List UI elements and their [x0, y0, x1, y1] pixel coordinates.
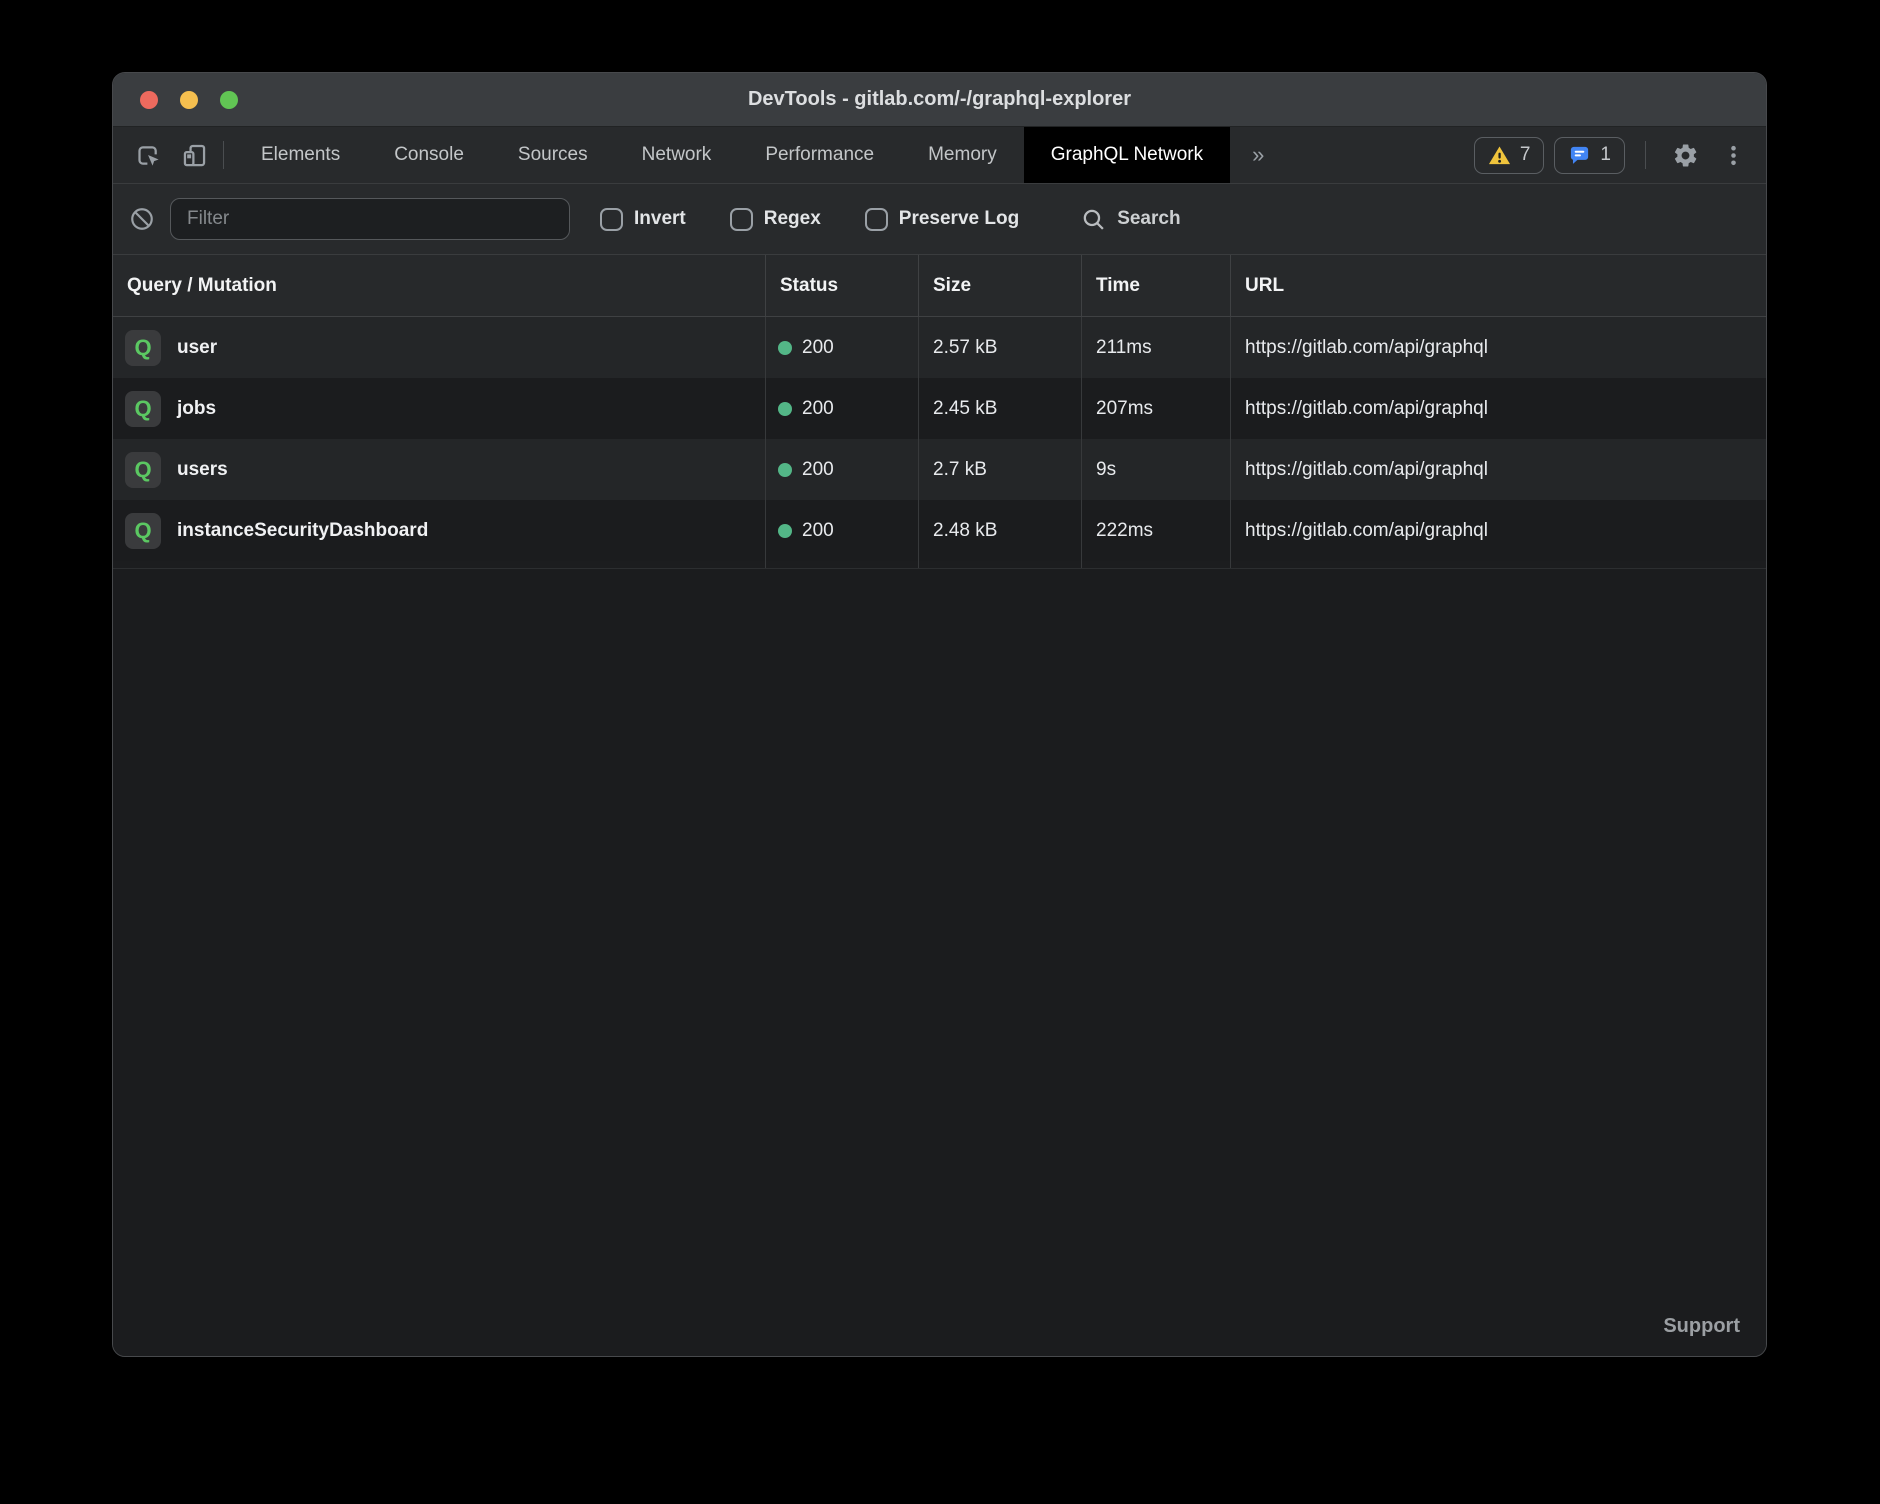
url-cell: https://gitlab.com/api/graphql — [1231, 500, 1766, 561]
tab-sources[interactable]: Sources — [491, 127, 615, 183]
search-label: Search — [1117, 208, 1180, 230]
size-cell: 2.7 kB — [919, 439, 1082, 500]
column-header-status: Status — [766, 255, 919, 316]
url-cell: https://gitlab.com/api/graphql — [1231, 439, 1766, 500]
query-type-badge: Q — [125, 513, 161, 549]
column-header-url: URL — [1231, 255, 1766, 316]
query-type-badge: Q — [125, 391, 161, 427]
query-type-badge: Q — [125, 330, 161, 366]
warnings-badge-button[interactable]: 7 — [1474, 137, 1545, 174]
toolbar-divider — [223, 141, 224, 169]
traffic-lights — [140, 73, 238, 126]
warning-icon — [1488, 144, 1511, 167]
panel-tabs: Elements Console Sources Network Perform… — [234, 127, 1286, 183]
support-link[interactable]: Support — [1663, 1315, 1740, 1338]
status-cell: 200 — [766, 500, 919, 561]
regex-label: Regex — [764, 208, 821, 230]
size-cell: 2.48 kB — [919, 500, 1082, 561]
preserve-log-label: Preserve Log — [899, 208, 1019, 230]
regex-checkbox-group[interactable]: Regex — [730, 208, 821, 231]
devtools-window: DevTools - gitlab.com/-/graphql-explorer… — [112, 72, 1767, 1357]
query-cell: Q instanceSecurityDashboard — [113, 500, 766, 561]
query-cell: Q user — [113, 317, 766, 378]
query-cell: Q jobs — [113, 378, 766, 439]
status-ok-dot — [778, 341, 792, 355]
time-cell: 222ms — [1082, 500, 1231, 561]
invert-checkbox-group[interactable]: Invert — [600, 208, 686, 231]
status-cell: 200 — [766, 317, 919, 378]
issues-count: 1 — [1600, 144, 1611, 166]
status-cell: 200 — [766, 378, 919, 439]
table-row[interactable]: Q user 200 2.57 kB 211ms https://gitlab.… — [113, 317, 1766, 378]
preserve-log-checkbox[interactable] — [865, 208, 888, 231]
time-cell: 211ms — [1082, 317, 1231, 378]
tab-graphql-network[interactable]: GraphQL Network — [1024, 127, 1230, 183]
tab-memory[interactable]: Memory — [901, 127, 1024, 183]
table-row[interactable]: Q users 200 2.7 kB 9s https://gitlab.com… — [113, 439, 1766, 500]
query-name: user — [177, 337, 217, 359]
regex-checkbox[interactable] — [730, 208, 753, 231]
table-row[interactable]: Q jobs 200 2.45 kB 207ms https://gitlab.… — [113, 378, 1766, 439]
search-button[interactable]: Search — [1081, 207, 1180, 232]
tab-elements[interactable]: Elements — [234, 127, 367, 183]
query-name: jobs — [177, 398, 216, 420]
invert-checkbox[interactable] — [600, 208, 623, 231]
settings-gear-icon[interactable] — [1666, 136, 1704, 174]
status-code: 200 — [802, 337, 834, 359]
tab-right-divider — [1645, 141, 1646, 169]
issues-badge-button[interactable]: 1 — [1554, 137, 1625, 174]
time-cell: 9s — [1082, 439, 1231, 500]
search-icon — [1081, 207, 1106, 232]
query-name: users — [177, 459, 228, 481]
zoom-window-button[interactable] — [220, 91, 238, 109]
device-toolbar-icon[interactable] — [175, 136, 213, 174]
tab-network[interactable]: Network — [615, 127, 739, 183]
size-cell: 2.45 kB — [919, 378, 1082, 439]
status-ok-dot — [778, 463, 792, 477]
filter-toolbar: Invert Regex Preserve Log Search — [113, 184, 1766, 255]
column-header-time: Time — [1082, 255, 1231, 316]
status-code: 200 — [802, 398, 834, 420]
url-cell: https://gitlab.com/api/graphql — [1231, 378, 1766, 439]
more-options-kebab-icon[interactable] — [1714, 136, 1752, 174]
invert-label: Invert — [634, 208, 686, 230]
warning-count: 7 — [1520, 144, 1531, 166]
minimize-window-button[interactable] — [180, 91, 198, 109]
status-cell: 200 — [766, 439, 919, 500]
column-header-size: Size — [919, 255, 1082, 316]
status-ok-dot — [778, 402, 792, 416]
grid-column-line-tail — [113, 561, 1766, 569]
title-bar: DevTools - gitlab.com/-/graphql-explorer — [113, 73, 1766, 127]
devtools-tab-bar: Elements Console Sources Network Perform… — [113, 127, 1766, 184]
query-cell: Q users — [113, 439, 766, 500]
more-tabs-chevron-icon[interactable]: » — [1230, 127, 1286, 183]
inspect-element-icon[interactable] — [129, 136, 167, 174]
url-cell: https://gitlab.com/api/graphql — [1231, 317, 1766, 378]
window-title: DevTools - gitlab.com/-/graphql-explorer — [113, 88, 1766, 111]
grid-header-row: Query / Mutation Status Size Time URL — [113, 255, 1766, 317]
tab-bar-right-controls: 7 1 — [1474, 127, 1766, 183]
query-type-badge: Q — [125, 452, 161, 488]
preserve-log-checkbox-group[interactable]: Preserve Log — [865, 208, 1019, 231]
filter-input[interactable] — [170, 198, 570, 240]
column-header-query-mutation: Query / Mutation — [113, 255, 766, 316]
clear-block-icon[interactable] — [129, 206, 155, 232]
toolbar-icons — [113, 127, 213, 183]
size-cell: 2.57 kB — [919, 317, 1082, 378]
table-row[interactable]: Q instanceSecurityDashboard 200 2.48 kB … — [113, 500, 1766, 561]
status-code: 200 — [802, 459, 834, 481]
query-name: instanceSecurityDashboard — [177, 520, 428, 542]
tab-console[interactable]: Console — [367, 127, 491, 183]
status-ok-dot — [778, 524, 792, 538]
message-icon — [1568, 144, 1591, 167]
status-code: 200 — [802, 520, 834, 542]
tab-performance[interactable]: Performance — [738, 127, 901, 183]
close-window-button[interactable] — [140, 91, 158, 109]
time-cell: 207ms — [1082, 378, 1231, 439]
panel-empty-area: Support — [113, 569, 1766, 1356]
